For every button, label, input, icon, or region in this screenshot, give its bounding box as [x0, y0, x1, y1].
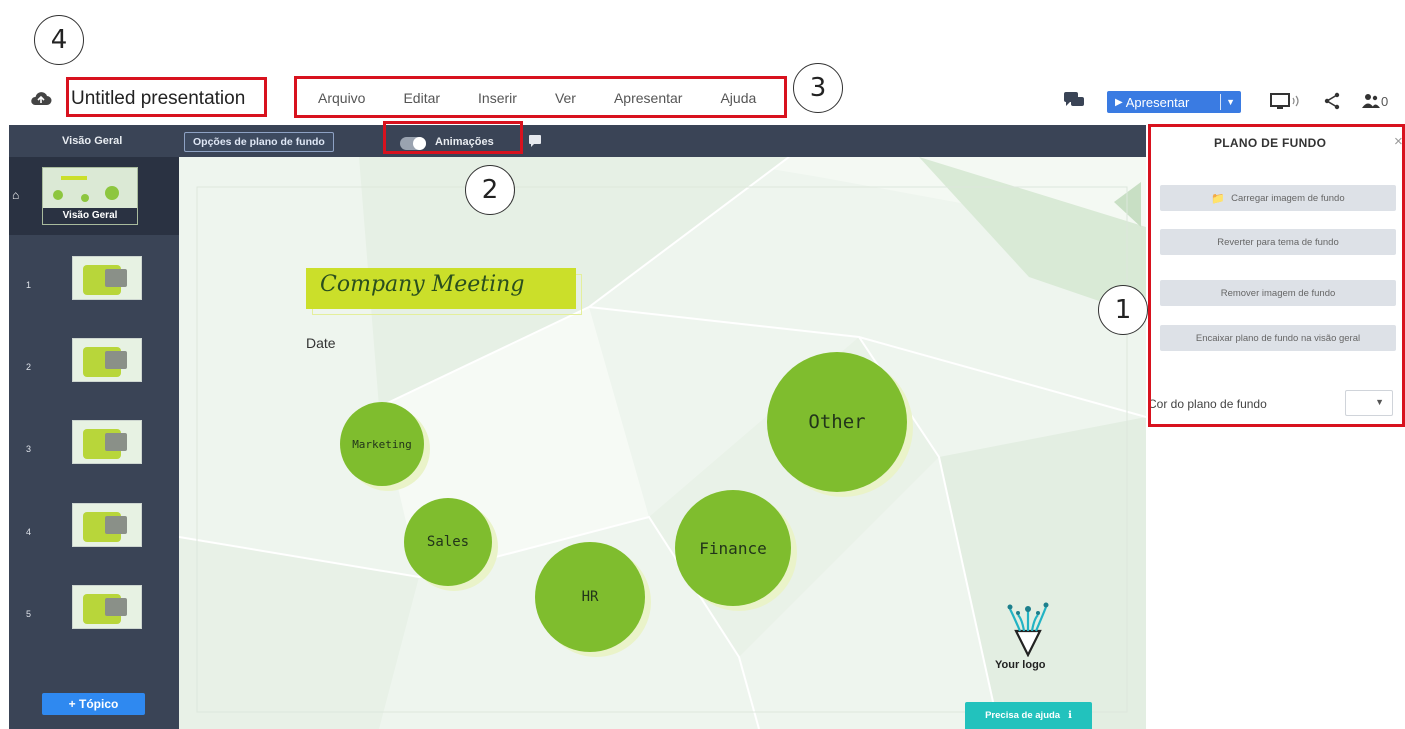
annotation-box-panel	[1148, 124, 1405, 427]
slide-number: 1	[26, 280, 32, 290]
bubble-hr[interactable]: HR	[535, 542, 645, 652]
presenter-view-icon[interactable]	[1270, 91, 1302, 111]
annotation-box-title	[66, 77, 267, 117]
slide-title[interactable]: Company Meeting	[320, 272, 524, 297]
share-icon[interactable]	[1323, 92, 1341, 110]
help-button[interactable]: Precisa de ajuda ℹ	[965, 702, 1092, 729]
info-icon: ℹ	[1068, 710, 1072, 721]
present-label: Apresentar	[1125, 94, 1190, 110]
annotation-marker-3: 3	[793, 63, 843, 113]
comments-icon[interactable]	[1062, 88, 1086, 110]
background-shapes	[179, 157, 1146, 729]
annotation-marker-2: 2	[465, 165, 515, 215]
overview-thumbnail[interactable]: Visão Geral	[42, 167, 138, 225]
tree-logo-icon[interactable]	[1002, 595, 1054, 657]
logo-caption: Your logo	[995, 659, 1046, 671]
add-topic-button[interactable]: + Tópico	[42, 693, 145, 715]
play-icon: ▶	[1115, 96, 1123, 108]
slide-thumbnail-2[interactable]	[72, 338, 142, 382]
slide-thumbnail-5[interactable]	[72, 585, 142, 629]
annotation-box-animations	[383, 121, 523, 154]
slide-number: 3	[26, 444, 32, 454]
annotation-box-menu	[294, 76, 787, 118]
annotation-marker-4: 4	[34, 15, 84, 65]
bubble-other[interactable]: Other	[767, 352, 907, 492]
slide-thumbnail-3[interactable]	[72, 420, 142, 464]
home-icon: ⌂	[12, 188, 20, 202]
bubble-sales[interactable]: Sales	[404, 498, 492, 586]
present-button[interactable]: ▶ Apresentar ▼	[1107, 91, 1241, 113]
slide-number: 2	[26, 362, 32, 372]
overview-caption: Visão Geral	[43, 208, 137, 224]
slide-thumbnail-4[interactable]	[72, 503, 142, 547]
bubble-marketing[interactable]: Marketing	[340, 402, 424, 486]
annotation-marker-1: 1	[1098, 285, 1148, 335]
background-options-button[interactable]: Opções de plano de fundo	[184, 132, 334, 152]
slide-canvas[interactable]	[179, 157, 1146, 729]
cloud-icon[interactable]	[30, 90, 52, 106]
slide-number: 4	[26, 527, 32, 537]
tab-overview[interactable]: Visão Geral	[62, 135, 122, 147]
collaborators-icon[interactable]	[1362, 92, 1380, 110]
bubble-finance[interactable]: Finance	[675, 490, 791, 606]
present-separator	[1220, 94, 1221, 110]
slide-thumbnail-1[interactable]	[72, 256, 142, 300]
help-label: Precisa de ajuda	[985, 710, 1061, 721]
chevron-down-icon[interactable]: ▼	[1226, 97, 1235, 107]
speech-bubble-icon[interactable]	[528, 134, 542, 148]
collaborator-count: 0	[1381, 94, 1389, 109]
slide-date[interactable]: Date	[306, 335, 336, 351]
slide-number: 5	[26, 609, 32, 619]
editor-toolbar	[9, 125, 1146, 157]
